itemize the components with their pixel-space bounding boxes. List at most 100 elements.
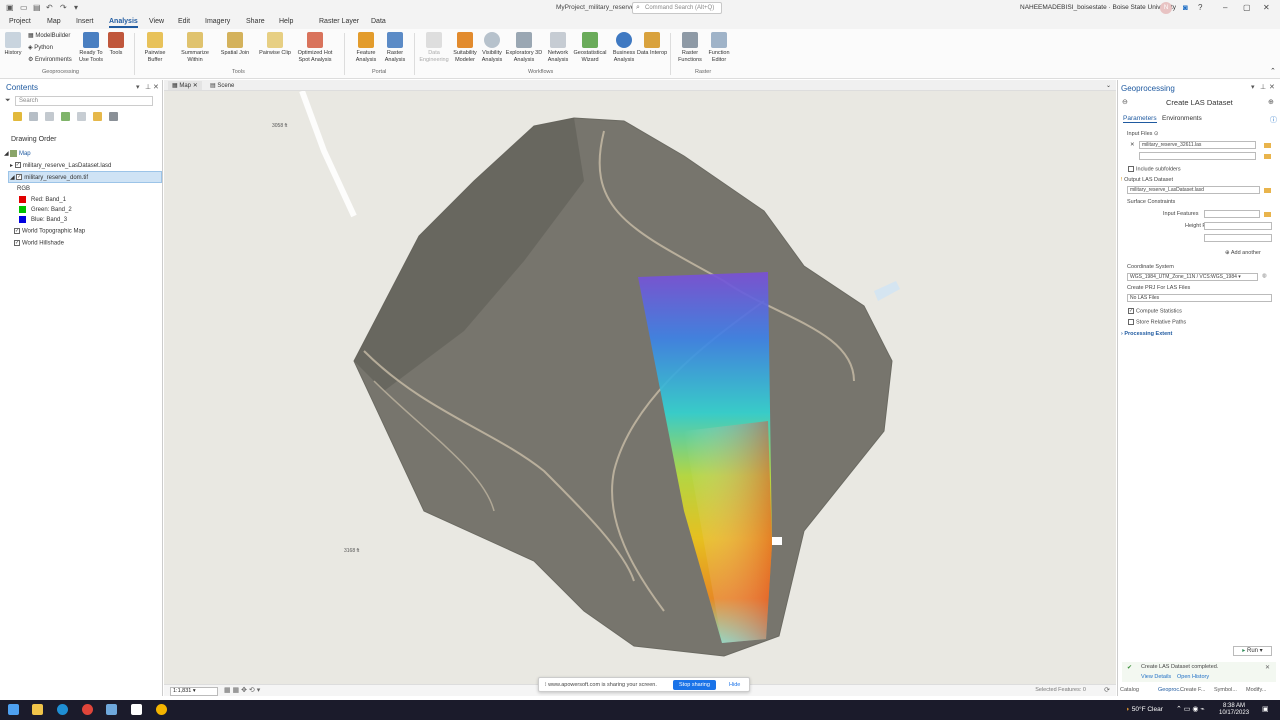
tools-button[interactable]: Tools	[100, 32, 132, 57]
edge-icon[interactable]	[57, 704, 68, 715]
include-subfolders-checkbox[interactable]: Include subfolders	[1128, 166, 1181, 172]
tab-data[interactable]: Data	[371, 18, 386, 25]
minimize-icon[interactable]: –	[1223, 3, 1227, 12]
scale-selector[interactable]: 1:1,831 ▾	[170, 687, 218, 696]
open-history-link[interactable]: Open History	[1177, 674, 1209, 680]
tree-layer-lasd[interactable]: ▸ ✓ military_reserve_LasDataset.lasd	[10, 162, 111, 169]
browse-folder-icon[interactable]	[1264, 188, 1271, 193]
summarize-within-button[interactable]: Summarize Within	[178, 32, 212, 63]
filter-icon[interactable]: ⏷	[5, 97, 11, 105]
tab-create-features[interactable]: Create F...	[1180, 687, 1205, 693]
add-another-button[interactable]: ⊕ Add another	[1225, 250, 1261, 256]
hide-link[interactable]: Hide	[729, 682, 740, 688]
history-button[interactable]: History	[0, 32, 30, 57]
map-view[interactable]: 3058 ft 3168 ft	[164, 91, 1116, 684]
mail-icon[interactable]	[131, 704, 142, 715]
browse-folder-icon[interactable]	[1264, 143, 1271, 148]
tab-parameters[interactable]: Parameters	[1123, 115, 1157, 123]
tab-map[interactable]: Map	[47, 18, 61, 25]
raster-analysis-button[interactable]: Raster Analysis	[378, 32, 412, 63]
undo-icon[interactable]: ↶	[46, 3, 53, 12]
help-icon[interactable]: ⓘ	[1270, 115, 1277, 125]
tab-project[interactable]: Project	[9, 18, 31, 25]
customize-qat-icon[interactable]: ▾	[74, 3, 78, 12]
stop-sharing-button[interactable]: Stop sharing	[673, 680, 716, 690]
save-icon[interactable]: ▤	[33, 3, 41, 12]
browse-folder-icon[interactable]	[1264, 212, 1271, 217]
tree-layer-dom[interactable]: ◢ ✓ military_reserve_dom.tif	[10, 174, 88, 181]
close-message-icon[interactable]: ✕	[1265, 664, 1270, 671]
browse-folder-icon[interactable]	[1264, 154, 1271, 159]
visibility-checkbox[interactable]: ✓	[14, 162, 21, 169]
visibility-checkbox[interactable]: ✓	[14, 240, 20, 246]
list-by-selection-icon[interactable]	[45, 112, 54, 121]
expand-icon[interactable]: ◢	[4, 151, 9, 157]
tab-imagery[interactable]: Imagery	[205, 18, 230, 25]
add-icon[interactable]: ⊕	[1268, 98, 1274, 106]
pane-menu-icon[interactable]: ▾	[136, 83, 140, 91]
collapse-ribbon-icon[interactable]: ⌃	[1270, 67, 1276, 75]
pane-menu-icon[interactable]: ▾	[1251, 83, 1255, 91]
tree-layer-hillshade[interactable]: ✓ World Hillshade	[14, 240, 64, 247]
close-tab-icon[interactable]: ✕	[193, 83, 198, 89]
store-relative-paths-checkbox[interactable]: Store Relative Paths	[1128, 319, 1186, 325]
refresh-icon[interactable]: ⟳	[1104, 686, 1110, 694]
notifications-icon[interactable]: ◙	[1183, 3, 1188, 12]
run-button[interactable]: ▸ Run ▾	[1233, 646, 1272, 656]
user-account-label[interactable]: NAHEEMADEBISI_boisestate · Boise State U…	[1020, 4, 1176, 11]
exploratory-3d-analysis-button[interactable]: Exploratory 3D Analysis	[505, 32, 543, 63]
tab-modify-features[interactable]: Modify...	[1246, 687, 1266, 693]
input-features-field[interactable]	[1204, 210, 1260, 218]
globe-icon[interactable]: ◍	[1262, 273, 1267, 279]
drag-handle-icon[interactable]: ⁞	[545, 682, 547, 688]
tab-edit[interactable]: Edit	[178, 18, 190, 25]
spatial-join-button[interactable]: Spatial Join	[218, 32, 252, 57]
remove-item-icon[interactable]: ✕	[1130, 142, 1135, 148]
input-file-empty-field[interactable]	[1139, 152, 1256, 160]
pairwise-clip-button[interactable]: Pairwise Clip	[258, 32, 292, 57]
avatar[interactable]: N	[1160, 2, 1172, 14]
input-file-field[interactable]: military_reserve_32611.las	[1139, 141, 1256, 149]
tab-map-view[interactable]: ▦ Map ✕	[168, 81, 202, 90]
data-interop-button[interactable]: Data Interop	[635, 32, 669, 57]
help-icon[interactable]: ?	[1198, 3, 1202, 12]
visibility-analysis-button[interactable]: Visibility Analysis	[475, 32, 509, 63]
close-pane-icon[interactable]: ✕	[153, 83, 159, 91]
list-by-labeling-icon[interactable]	[93, 112, 102, 121]
command-search-input[interactable]: ⌕ Command Search (Alt+Q)	[632, 2, 722, 14]
data-engineering-button[interactable]: Data Engineering	[417, 32, 451, 63]
tree-layer-topo[interactable]: ✓ World Topographic Map	[14, 228, 85, 235]
modelbuilder-button[interactable]: ▦ ModelBuilder	[28, 32, 70, 39]
weather-widget[interactable]: ◗ 50°F Clear	[1126, 706, 1163, 713]
function-editor-button[interactable]: Function Editor	[702, 32, 736, 63]
tab-catalog[interactable]: Catalog	[1120, 687, 1139, 693]
visibility-checkbox[interactable]: ✓	[14, 228, 20, 234]
pairwise-buffer-button[interactable]: Pairwise Buffer	[138, 32, 172, 63]
list-by-source-icon[interactable]	[29, 112, 38, 121]
visibility-checkbox[interactable]: ✓	[16, 174, 23, 181]
create-prj-select[interactable]: No LAS Files	[1127, 294, 1272, 302]
python-button[interactable]: ◈ Python	[28, 44, 53, 51]
pin-icon[interactable]: ⊥	[145, 83, 151, 91]
arcgis-pro-icon[interactable]	[106, 704, 117, 715]
close-pane-icon[interactable]: ✕	[1269, 83, 1275, 91]
tab-environments[interactable]: Environments	[1162, 115, 1202, 122]
new-project-icon[interactable]: ▭	[20, 3, 28, 12]
chrome-profile-icon[interactable]	[156, 704, 167, 715]
tab-view[interactable]: View	[149, 18, 164, 25]
tree-map[interactable]: ◢ Map	[4, 150, 31, 157]
network-analysis-button[interactable]: Network Analysis	[541, 32, 575, 63]
clock[interactable]: 8:38 AM 10/17/2023	[1219, 703, 1249, 717]
list-by-drawing-order-icon[interactable]	[13, 112, 22, 121]
height-field-select[interactable]	[1204, 222, 1272, 230]
environments-button[interactable]: ⚙ Environments	[28, 56, 72, 63]
tab-symbology[interactable]: Symbol...	[1214, 687, 1237, 693]
type-select[interactable]	[1204, 234, 1272, 242]
system-tray-icon[interactable]: ⌃ ▭ ◉ ⌁	[1176, 705, 1205, 713]
view-details-link[interactable]: View Details	[1141, 674, 1171, 680]
notifications-icon[interactable]: ▣	[1262, 705, 1269, 713]
close-icon[interactable]: ✕	[1263, 3, 1270, 12]
map-nav-tools-icon[interactable]: ▦ ▦ ✥ ⟲ ▾	[224, 686, 260, 694]
tab-share[interactable]: Share	[246, 18, 265, 25]
file-explorer-icon[interactable]	[32, 704, 43, 715]
